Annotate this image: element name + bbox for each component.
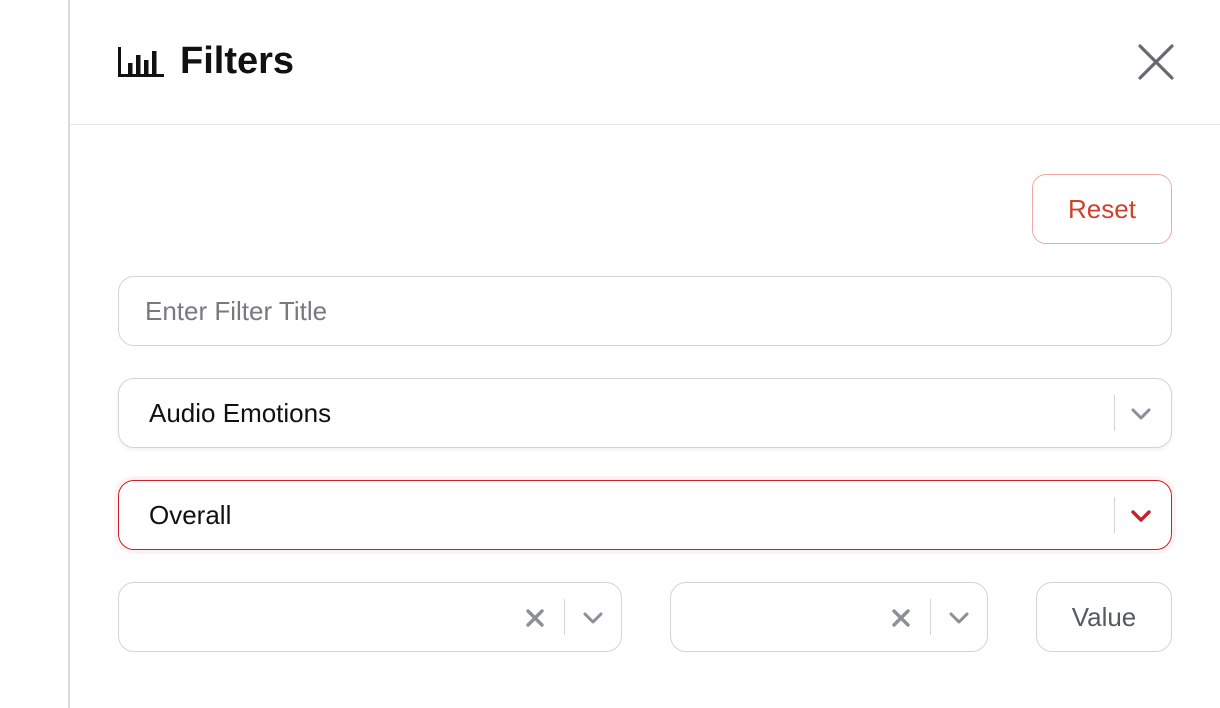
reset-button[interactable]: Reset (1032, 174, 1172, 244)
clear-x-icon[interactable] (521, 604, 549, 632)
select-separator (1113, 395, 1115, 431)
filters-panel: Filters Reset Audio Emotions Overall (70, 0, 1220, 708)
category-select-value: Audio Emotions (149, 397, 332, 428)
chevron-down-icon[interactable] (579, 604, 607, 632)
select-separator (929, 599, 931, 635)
close-icon (1138, 44, 1174, 80)
panel-header: Filters (70, 0, 1220, 125)
chevron-down-icon[interactable] (1127, 400, 1155, 428)
select-separator (563, 599, 565, 635)
category-select[interactable]: Audio Emotions (118, 378, 1172, 448)
select-separator (1113, 497, 1115, 533)
scope-select-value: Overall (149, 499, 232, 530)
title-wrap: Filters (118, 38, 294, 84)
operator-select[interactable] (118, 582, 622, 652)
chevron-down-icon[interactable] (945, 604, 973, 632)
filter-title-input[interactable] (118, 276, 1172, 346)
page-title: Filters (180, 40, 295, 82)
scope-select[interactable]: Overall (118, 480, 1172, 550)
value-button[interactable]: Value (1036, 582, 1172, 652)
comparison-select[interactable] (670, 582, 988, 652)
close-button[interactable] (1134, 40, 1178, 84)
chevron-down-icon[interactable] (1127, 502, 1155, 530)
bar-chart-icon (118, 47, 164, 77)
clear-x-icon[interactable] (887, 604, 915, 632)
